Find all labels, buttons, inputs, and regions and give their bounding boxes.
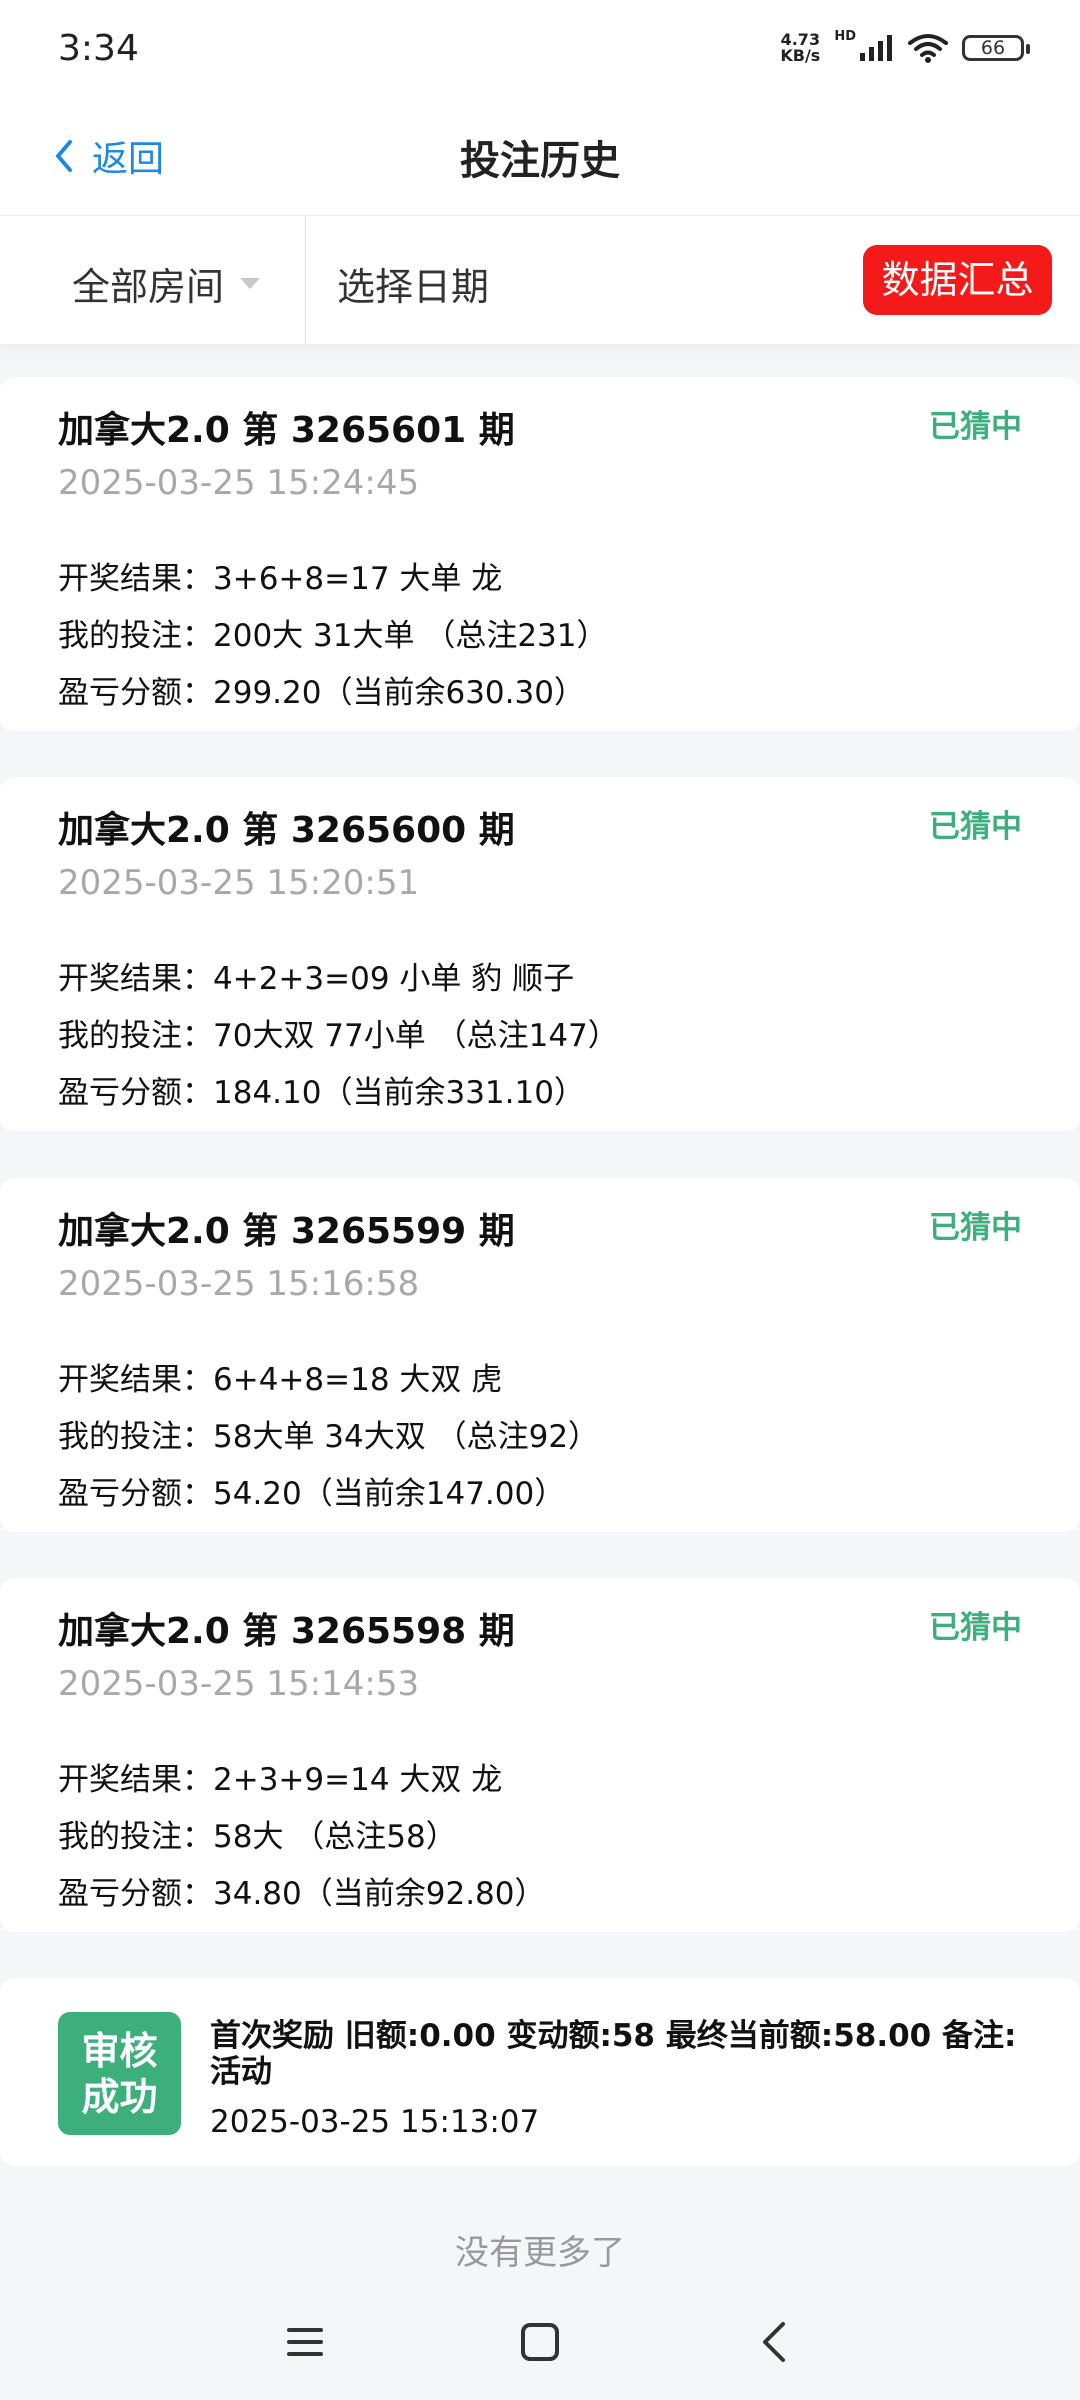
no-more-label: 没有更多了 bbox=[455, 2233, 625, 2273]
bet-status: 已猜中 bbox=[929, 1210, 1022, 1246]
home-square-icon[interactable] bbox=[510, 2312, 570, 2372]
bet-stake: 我的投注：70大双 77小单 （总注147） bbox=[58, 1018, 619, 1054]
bet-card[interactable]: 加拿大2.0 第 3265598 期 已猜中 2025-03-25 15:14:… bbox=[0, 1578, 1080, 1932]
bet-time: 2025-03-25 15:14:53 bbox=[58, 1664, 420, 1704]
hd-label: HD bbox=[834, 28, 856, 44]
bet-result: 开奖结果：3+6+8=17 大单 龙 bbox=[58, 561, 503, 597]
bet-profit: 盈亏分额：54.20（当前余147.00） bbox=[58, 1476, 566, 1512]
bet-title: 加拿大2.0 第 3265598 期 bbox=[58, 1611, 515, 1652]
activity-description: 首次奖励 旧额:0.00 变动额:58 最终当前额:58.00 备注:活动 bbox=[210, 2018, 1017, 2090]
bet-status: 已猜中 bbox=[929, 809, 1022, 845]
badge-line-2: 成功 bbox=[81, 2074, 158, 2119]
battery-icon: 66 bbox=[962, 35, 1030, 61]
bet-title: 加拿大2.0 第 3265601 期 bbox=[58, 410, 515, 451]
bet-time: 2025-03-25 15:24:45 bbox=[58, 463, 420, 503]
activity-time: 2025-03-25 15:13:07 bbox=[210, 2104, 540, 2140]
bet-time: 2025-03-25 15:16:58 bbox=[58, 1264, 420, 1304]
page-title: 投注历史 bbox=[460, 138, 620, 184]
bet-stake: 我的投注：58大 （总注58） bbox=[58, 1819, 457, 1855]
bet-result: 开奖结果：6+4+8=18 大双 虎 bbox=[58, 1362, 503, 1398]
bet-title: 加拿大2.0 第 3265599 期 bbox=[58, 1211, 515, 1252]
network-speed-unit: KB/s bbox=[780, 46, 821, 65]
room-filter-label: 全部房间 bbox=[72, 265, 225, 309]
status-icons: 4.73 KB/s HD 66 bbox=[780, 28, 1030, 64]
bet-title: 加拿大2.0 第 3265600 期 bbox=[58, 810, 515, 851]
review-success-badge: 审核 成功 bbox=[58, 2012, 181, 2135]
bet-result: 开奖结果：4+2+3=09 小单 豹 顺子 bbox=[58, 961, 575, 997]
bet-stake: 我的投注：58大单 34大双 （总注92） bbox=[58, 1419, 600, 1455]
badge-line-1: 审核 bbox=[81, 2028, 158, 2073]
bet-card[interactable]: 加拿大2.0 第 3265600 期 已猜中 2025-03-25 15:20:… bbox=[0, 777, 1080, 1131]
bet-profit: 盈亏分额：34.80（当前余92.80） bbox=[58, 1876, 546, 1912]
filter-bar: 全部房间 选择日期 数据汇总 bbox=[0, 216, 1080, 344]
system-nav-bar bbox=[0, 2290, 1080, 2400]
network-speed: 4.73 KB/s bbox=[780, 32, 820, 64]
bet-profit: 盈亏分额：184.10（当前余331.10） bbox=[58, 1075, 585, 1111]
filter-divider bbox=[305, 216, 306, 344]
data-summary-button[interactable]: 数据汇总 bbox=[863, 245, 1052, 315]
signal-icon bbox=[860, 35, 892, 61]
bet-card[interactable]: 加拿大2.0 第 3265601 期 已猜中 2025-03-25 15:24:… bbox=[0, 377, 1080, 731]
bet-card[interactable]: 加拿大2.0 第 3265599 期 已猜中 2025-03-25 15:16:… bbox=[0, 1178, 1080, 1532]
date-picker[interactable]: 选择日期 bbox=[337, 256, 489, 311]
activity-card[interactable]: 审核 成功 首次奖励 旧额:0.00 变动额:58 最终当前额:58.00 备注… bbox=[0, 1978, 1080, 2166]
caret-down-icon bbox=[240, 278, 261, 289]
menu-icon[interactable] bbox=[275, 2312, 335, 2372]
bet-result: 开奖结果：2+3+9=14 大双 龙 bbox=[58, 1762, 503, 1798]
bet-stake: 我的投注：200大 31大单 （总注231） bbox=[58, 618, 608, 654]
room-filter-dropdown[interactable]: 全部房间 bbox=[72, 256, 261, 311]
bet-time: 2025-03-25 15:20:51 bbox=[58, 863, 420, 903]
status-time: 3:34 bbox=[58, 28, 139, 69]
bet-profit: 盈亏分额：299.20（当前余630.30） bbox=[58, 675, 585, 711]
wifi-icon bbox=[908, 34, 948, 63]
nav-bar: 返回 投注历史 bbox=[0, 100, 1080, 216]
back-chevron-icon[interactable] bbox=[745, 2312, 805, 2372]
status-bar: 3:34 4.73 KB/s HD 66 bbox=[0, 0, 1080, 100]
bet-status: 已猜中 bbox=[929, 409, 1022, 445]
bet-status: 已猜中 bbox=[929, 1610, 1022, 1646]
